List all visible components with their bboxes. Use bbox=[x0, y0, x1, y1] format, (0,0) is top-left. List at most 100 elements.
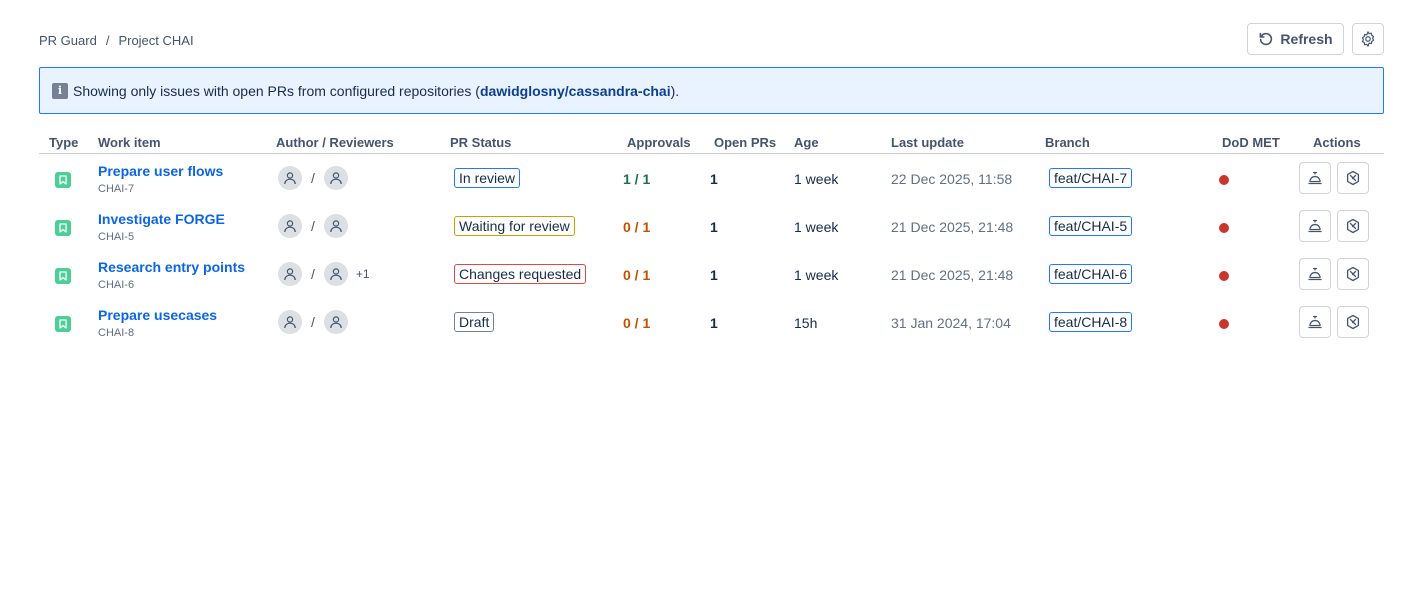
pr-status-lozenge: Waiting for review bbox=[454, 216, 575, 236]
dod-status-dot bbox=[1219, 175, 1229, 185]
table-row: Investigate FORGE CHAI-5 / Waiting for r… bbox=[39, 202, 1384, 250]
header-last-update: Last update bbox=[891, 135, 964, 150]
refresh-button-label: Refresh bbox=[1280, 31, 1333, 47]
pr-status-lozenge: Changes requested bbox=[454, 264, 587, 284]
notify-bell-button[interactable] bbox=[1299, 306, 1331, 338]
banner-repo-name: dawidglosny/cassandra-chai bbox=[479, 82, 671, 99]
author-reviewers: / bbox=[278, 214, 356, 238]
work-item-key: CHAI-6 bbox=[98, 279, 135, 291]
author-avatar[interactable] bbox=[278, 262, 302, 286]
work-item-key: CHAI-5 bbox=[98, 231, 135, 243]
reviewer-avatar[interactable] bbox=[323, 310, 348, 334]
age-value: 1 week bbox=[794, 171, 839, 187]
refresh-icon bbox=[1258, 31, 1274, 47]
story-icon bbox=[55, 268, 71, 284]
service-bell-icon bbox=[1307, 266, 1323, 282]
dod-status-dot bbox=[1219, 271, 1229, 281]
table-row: Research entry points CHAI-6 / +1 Change… bbox=[39, 250, 1384, 298]
work-item-title-link[interactable]: Prepare usecases bbox=[98, 307, 217, 323]
info-banner: i Showing only issues with open PRs from… bbox=[39, 67, 1384, 114]
table-header: Type Work item Author / Reviewers PR Sta… bbox=[39, 130, 1384, 154]
work-item-title-link[interactable]: Research entry points bbox=[98, 259, 245, 275]
header-open-prs: Open PRs bbox=[714, 135, 777, 150]
header-actions: Actions bbox=[1313, 135, 1361, 150]
header-work-item: Work item bbox=[98, 135, 161, 150]
reviewer-avatar[interactable] bbox=[323, 262, 348, 286]
author-avatar[interactable] bbox=[278, 310, 302, 334]
open-prs-count: 1 bbox=[710, 315, 718, 331]
open-prs-count: 1 bbox=[710, 267, 718, 283]
author-reviewer-separator: / bbox=[311, 218, 315, 234]
age-value: 1 week bbox=[794, 267, 839, 283]
age-value: 1 week bbox=[794, 219, 839, 235]
header-approvals: Approvals bbox=[627, 135, 691, 150]
notify-bell-button[interactable] bbox=[1299, 162, 1331, 194]
work-items-table: Type Work item Author / Reviewers PR Sta… bbox=[39, 130, 1384, 346]
info-icon: i bbox=[52, 82, 68, 99]
last-update-value: 31 Jan 2024, 17:04 bbox=[891, 315, 1011, 331]
refresh-button[interactable]: Refresh bbox=[1247, 23, 1344, 55]
work-item-key: CHAI-7 bbox=[98, 183, 135, 195]
branch-tag[interactable]: feat/CHAI-8 bbox=[1049, 312, 1133, 332]
header-dod-met: DoD MET bbox=[1222, 135, 1280, 150]
approvals-count: 0 / 1 bbox=[623, 219, 651, 235]
work-item-title-link[interactable]: Prepare user flows bbox=[98, 163, 223, 179]
last-update-value: 21 Dec 2025, 21:48 bbox=[891, 219, 1014, 235]
dod-check-button[interactable] bbox=[1337, 258, 1369, 290]
breadcrumb: PR Guard / Project CHAI bbox=[39, 32, 194, 48]
table-row: Prepare user flows CHAI-7 / In review 1 … bbox=[39, 154, 1384, 202]
shield-slash-icon bbox=[1345, 218, 1361, 234]
work-item-title-link[interactable]: Investigate FORGE bbox=[98, 211, 225, 227]
pr-status-lozenge: In review bbox=[454, 168, 521, 188]
age-value: 15h bbox=[794, 315, 818, 331]
reviewer-avatar[interactable] bbox=[323, 214, 348, 238]
reviewer-avatar[interactable] bbox=[323, 166, 348, 190]
author-avatar[interactable] bbox=[278, 214, 302, 238]
author-reviewers: / bbox=[278, 310, 356, 334]
dod-check-button[interactable] bbox=[1337, 210, 1369, 242]
notify-bell-button[interactable] bbox=[1299, 210, 1331, 242]
table-row: Prepare usecases CHAI-8 / Draft 0 / 1 1 … bbox=[39, 298, 1384, 346]
service-bell-icon bbox=[1307, 170, 1323, 186]
header-type: Type bbox=[49, 135, 79, 150]
branch-tag[interactable]: feat/CHAI-7 bbox=[1049, 168, 1133, 188]
branch-tag[interactable]: feat/CHAI-5 bbox=[1049, 216, 1133, 236]
header-branch: Branch bbox=[1045, 135, 1090, 150]
service-bell-icon bbox=[1307, 218, 1323, 234]
story-icon bbox=[55, 316, 71, 332]
open-prs-count: 1 bbox=[710, 171, 718, 187]
approvals-count: 0 / 1 bbox=[623, 315, 651, 331]
notify-bell-button[interactable] bbox=[1299, 258, 1331, 290]
approvals-count: 1 / 1 bbox=[623, 171, 651, 187]
author-avatar[interactable] bbox=[278, 166, 302, 190]
work-item-key: CHAI-8 bbox=[98, 327, 135, 339]
story-icon bbox=[55, 220, 71, 236]
last-update-value: 21 Dec 2025, 21:48 bbox=[891, 267, 1014, 283]
author-reviewers: / +1 bbox=[278, 262, 370, 286]
banner-text: Showing only issues with open PRs from c… bbox=[73, 82, 680, 99]
shield-slash-icon bbox=[1345, 266, 1361, 282]
approvals-count: 0 / 1 bbox=[623, 267, 651, 283]
breadcrumb-separator: / bbox=[105, 32, 110, 48]
shield-slash-icon bbox=[1345, 314, 1361, 330]
branch-tag[interactable]: feat/CHAI-6 bbox=[1049, 264, 1133, 284]
gear-icon bbox=[1359, 30, 1377, 48]
dod-check-button[interactable] bbox=[1337, 306, 1369, 338]
shield-slash-icon bbox=[1345, 170, 1361, 186]
dod-status-dot bbox=[1219, 319, 1229, 329]
last-update-value: 22 Dec 2025, 11:58 bbox=[891, 171, 1013, 187]
author-reviewer-separator: / bbox=[311, 266, 315, 282]
author-reviewers: / bbox=[278, 166, 356, 190]
story-icon bbox=[55, 172, 71, 188]
service-bell-icon bbox=[1307, 314, 1323, 330]
breadcrumb-root-link[interactable]: PR Guard bbox=[39, 33, 97, 48]
header-age: Age bbox=[794, 135, 819, 150]
author-reviewer-separator: / bbox=[311, 314, 315, 330]
dod-status-dot bbox=[1219, 223, 1229, 233]
header-pr-status: PR Status bbox=[450, 135, 512, 150]
settings-button[interactable] bbox=[1352, 23, 1384, 55]
breadcrumb-current-link[interactable]: Project CHAI bbox=[118, 33, 193, 48]
extra-reviewers-count[interactable]: +1 bbox=[356, 267, 370, 281]
open-prs-count: 1 bbox=[710, 219, 718, 235]
dod-check-button[interactable] bbox=[1337, 162, 1369, 194]
